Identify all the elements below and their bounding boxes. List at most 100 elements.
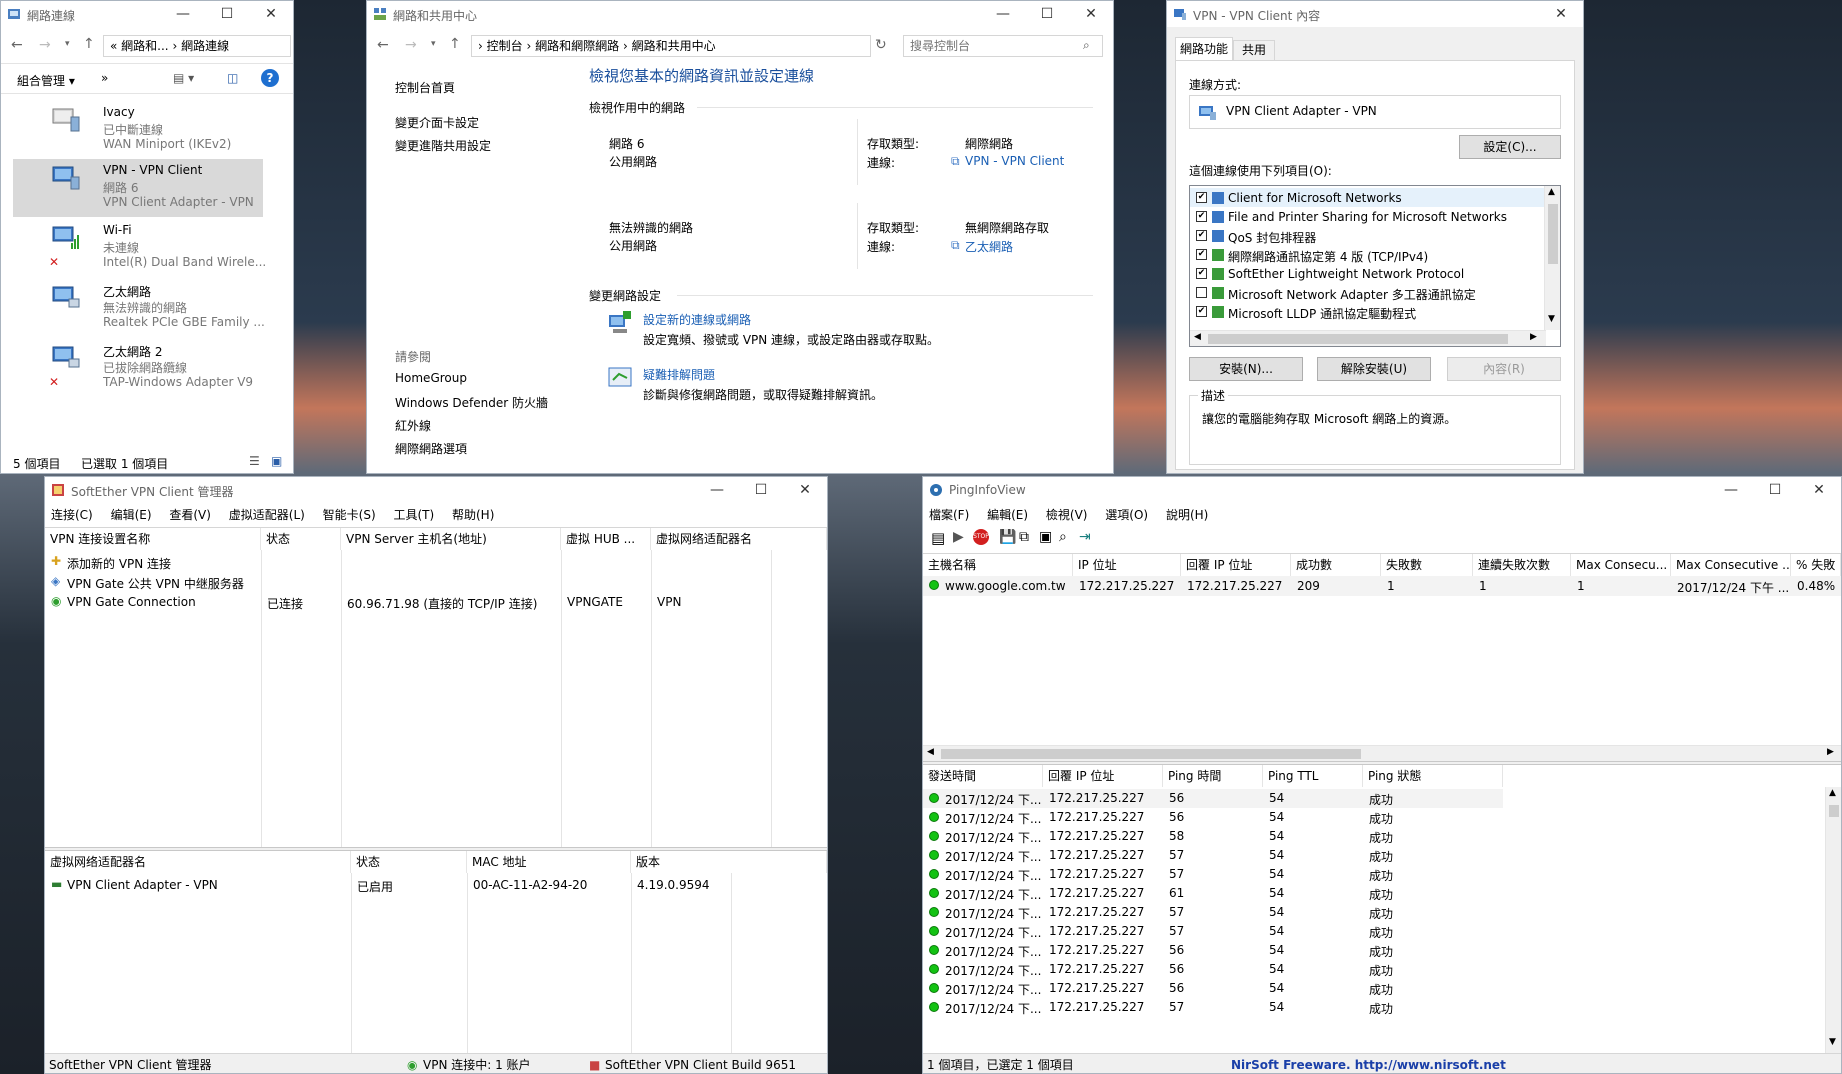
component-checkbox[interactable]: ✔ — [1196, 268, 1207, 279]
column-header-adapter-name[interactable]: 虚拟网络适配器名 — [45, 851, 351, 873]
scroll-left-icon[interactable]: ◀ — [1194, 332, 1201, 342]
column-header-max-consec[interactable]: Max Consecu... — [1571, 554, 1671, 576]
side-link-home[interactable]: 控制台首頁 — [395, 79, 455, 96]
log-vscrollbar[interactable]: ▲ ▼ — [1825, 787, 1841, 1053]
scroll-up-icon[interactable]: ▲ — [1829, 788, 1836, 798]
status-nirsoft[interactable]: NirSoft Freeware. http://www.nirsoft.net — [1231, 1056, 1506, 1073]
see-also-internet-options[interactable]: 網際網路選項 — [395, 440, 467, 457]
ping-log-row[interactable]: 2017/12/24 下... 172.217.25.227 56 54 成功 — [923, 960, 1503, 979]
component-item[interactable]: ✔ 網際網路通訊協定第 4 版 (TCP/IPv4) — [1190, 245, 1544, 264]
component-item[interactable]: ✔ Microsoft LLDP 通訊協定驅動程式 — [1190, 302, 1544, 321]
connection-item-ivacy[interactable]: Ivacy 已中斷連線 WAN Miniport (IKEv2) — [13, 101, 263, 157]
column-header-adapter[interactable]: 虚拟网络适配器名 — [651, 528, 827, 550]
close-icon[interactable]: ✕ — [249, 1, 293, 27]
component-item[interactable]: ✔ QoS 封包排程器 — [1190, 226, 1544, 245]
stop-ping-icon[interactable]: STOP — [973, 529, 989, 545]
column-header-mac[interactable]: MAC 地址 — [467, 851, 631, 873]
component-checkbox[interactable]: ✔ — [1196, 211, 1207, 222]
ping-log-row[interactable]: 2017/12/24 下... 172.217.25.227 57 54 成功 — [923, 865, 1503, 884]
install-button[interactable]: 安裝(N)... — [1189, 357, 1303, 381]
list-item-vpngate-connection[interactable]: ◉ VPN Gate Connection 已连接 60.96.71.98 (直… — [45, 592, 827, 612]
menu-view[interactable]: 查看(V) — [169, 505, 211, 525]
ping-log-row[interactable]: 2017/12/24 下... 172.217.25.227 61 54 成功 — [923, 884, 1503, 903]
html-report-icon[interactable]: ▣ — [1039, 529, 1052, 545]
refresh-icon[interactable]: ↻ — [875, 37, 887, 53]
title-bar[interactable]: SoftEther VPN Client 管理器 — ☐ ✕ — [45, 477, 827, 503]
ping-log-row[interactable]: 2017/12/24 下... 172.217.25.227 57 54 成功 — [923, 846, 1503, 865]
minimize-icon[interactable]: — — [161, 1, 205, 27]
scroll-left-icon[interactable]: ◀ — [927, 747, 934, 757]
vertical-scrollbar[interactable]: ▲ ▼ — [1544, 186, 1560, 330]
connection-item-wifi[interactable]: ✕ Wi-Fi 未連線 Intel(R) Dual Band Wirele... — [13, 219, 266, 277]
start-ping-icon[interactable]: ▶ — [953, 529, 964, 545]
maximize-icon[interactable]: ☐ — [1753, 477, 1797, 503]
host-row[interactable]: www.google.com.tw 172.217.25.227 172.217… — [923, 576, 1841, 596]
see-also-firewall[interactable]: Windows Defender 防火牆 — [395, 394, 548, 411]
side-link-sharing[interactable]: 變更進階共用設定 — [395, 137, 491, 154]
connection-link-ethernet[interactable]: 乙太網路 — [965, 238, 1013, 255]
scroll-thumb[interactable] — [1829, 805, 1839, 817]
connection-item-ethernet[interactable]: 乙太網路 無法辨識的網路 Realtek PCIe GBE Family ... — [13, 279, 265, 337]
list-item-vpngate-relay[interactable]: ◈ VPN Gate 公共 VPN 中继服务器 — [45, 572, 827, 592]
scroll-right-icon[interactable]: ▶ — [1530, 332, 1537, 342]
search-icon[interactable]: ⌕ — [1083, 38, 1090, 53]
menu-help[interactable]: 說明(H) — [1166, 505, 1208, 525]
column-header-version[interactable]: 版本 — [631, 851, 827, 873]
scroll-thumb[interactable] — [1548, 204, 1558, 264]
organize-button[interactable]: 組合管理 ▾ — [17, 72, 75, 89]
column-header-hub[interactable]: 虚拟 HUB ... — [561, 528, 651, 550]
menu-connect[interactable]: 连接(C) — [51, 505, 93, 525]
close-icon[interactable]: ✕ — [783, 477, 827, 503]
title-bar[interactable]: 網路連線 — ☐ ✕ — [1, 1, 293, 27]
column-header-adapter-status[interactable]: 状态 — [351, 851, 467, 873]
ping-log-row[interactable]: 2017/12/24 下... 172.217.25.227 56 54 成功 — [923, 789, 1503, 808]
column-header-fail-pct[interactable]: % 失敗 — [1791, 554, 1841, 576]
connection-item-vpn[interactable]: VPN - VPN Client 網路 6 VPN Client Adapter… — [13, 159, 263, 217]
maximize-icon[interactable]: ☐ — [739, 477, 783, 503]
ping-log-row[interactable]: 2017/12/24 下... 172.217.25.227 57 54 成功 — [923, 998, 1503, 1017]
component-item[interactable]: ✔ Client for Microsoft Networks — [1190, 188, 1544, 207]
addr-part-1[interactable]: 網路和... — [121, 39, 168, 53]
menu-view[interactable]: 檢視(V) — [1046, 505, 1088, 525]
column-header-log-reply-ip[interactable]: 回覆 IP 位址 — [1043, 765, 1163, 787]
column-header-server[interactable]: VPN Server 主机名(地址) — [341, 528, 561, 550]
column-header-max-consec-time[interactable]: Max Consecutive ... — [1671, 554, 1791, 576]
component-item[interactable]: ✔ SoftEther Lightweight Network Protocol — [1190, 264, 1544, 283]
column-header-sent-time[interactable]: 發送時間 — [923, 765, 1043, 787]
component-checkbox[interactable]: ✔ — [1196, 192, 1207, 203]
up-arrow-icon[interactable]: ↑ — [83, 36, 95, 52]
component-item[interactable]: Microsoft Network Adapter 多工器通訊協定 — [1190, 283, 1544, 302]
hosts-hscrollbar[interactable]: ◀ ▶ — [923, 745, 1841, 761]
ping-log-row[interactable]: 2017/12/24 下... 172.217.25.227 56 54 成功 — [923, 979, 1503, 998]
column-header-ip[interactable]: IP 位址 — [1073, 554, 1181, 576]
connection-item-ethernet-2[interactable]: ✕ 乙太網路 2 已拔除網路纜線 TAP-Windows Adapter V9 — [13, 339, 263, 397]
menu-virtual-adapter[interactable]: 虚拟适配器(L) — [229, 505, 305, 525]
up-arrow-icon[interactable]: ↑ — [449, 36, 461, 52]
see-also-infrared[interactable]: 紅外線 — [395, 417, 431, 434]
title-bar[interactable]: 網路和共用中心 — ☐ ✕ — [367, 1, 1113, 27]
exit-icon[interactable]: ⇥ — [1079, 529, 1091, 545]
details-view-icon[interactable]: ☰ — [249, 454, 260, 468]
configure-button[interactable]: 設定(C)... — [1459, 135, 1561, 159]
column-header-fail[interactable]: 失敗數 — [1381, 554, 1473, 576]
maximize-icon[interactable]: ☐ — [205, 1, 249, 27]
minimize-icon[interactable]: — — [1709, 477, 1753, 503]
column-header-success[interactable]: 成功數 — [1291, 554, 1381, 576]
list-item-adapter[interactable]: ▬ VPN Client Adapter - VPN 已启用 00-AC-11-… — [45, 875, 827, 895]
component-checkbox[interactable] — [1196, 287, 1207, 298]
title-bar[interactable]: VPN - VPN Client 內容 ✕ — [1167, 1, 1583, 27]
scroll-down-icon[interactable]: ▼ — [1829, 1037, 1836, 1047]
column-header-ping-status[interactable]: Ping 狀態 — [1363, 765, 1503, 787]
recent-dropdown-icon[interactable]: ▾ — [431, 39, 436, 49]
preview-pane-icon[interactable]: ◫ — [227, 71, 238, 85]
recent-dropdown-icon[interactable]: ▾ — [65, 39, 70, 49]
copy-icon[interactable]: ⧉ — [1019, 529, 1029, 545]
ping-log-row[interactable]: 2017/12/24 下... 172.217.25.227 57 54 成功 — [923, 922, 1503, 941]
minimize-icon[interactable]: — — [695, 477, 739, 503]
hscroll-thumb[interactable] — [941, 749, 1361, 759]
addr-part-1[interactable]: 控制台 — [487, 39, 523, 53]
close-icon[interactable]: ✕ — [1797, 477, 1841, 503]
scroll-right-icon[interactable]: ▶ — [1827, 747, 1834, 757]
ping-options-icon[interactable]: ▤ — [931, 529, 945, 547]
save-icon[interactable]: 💾 — [999, 529, 1016, 545]
